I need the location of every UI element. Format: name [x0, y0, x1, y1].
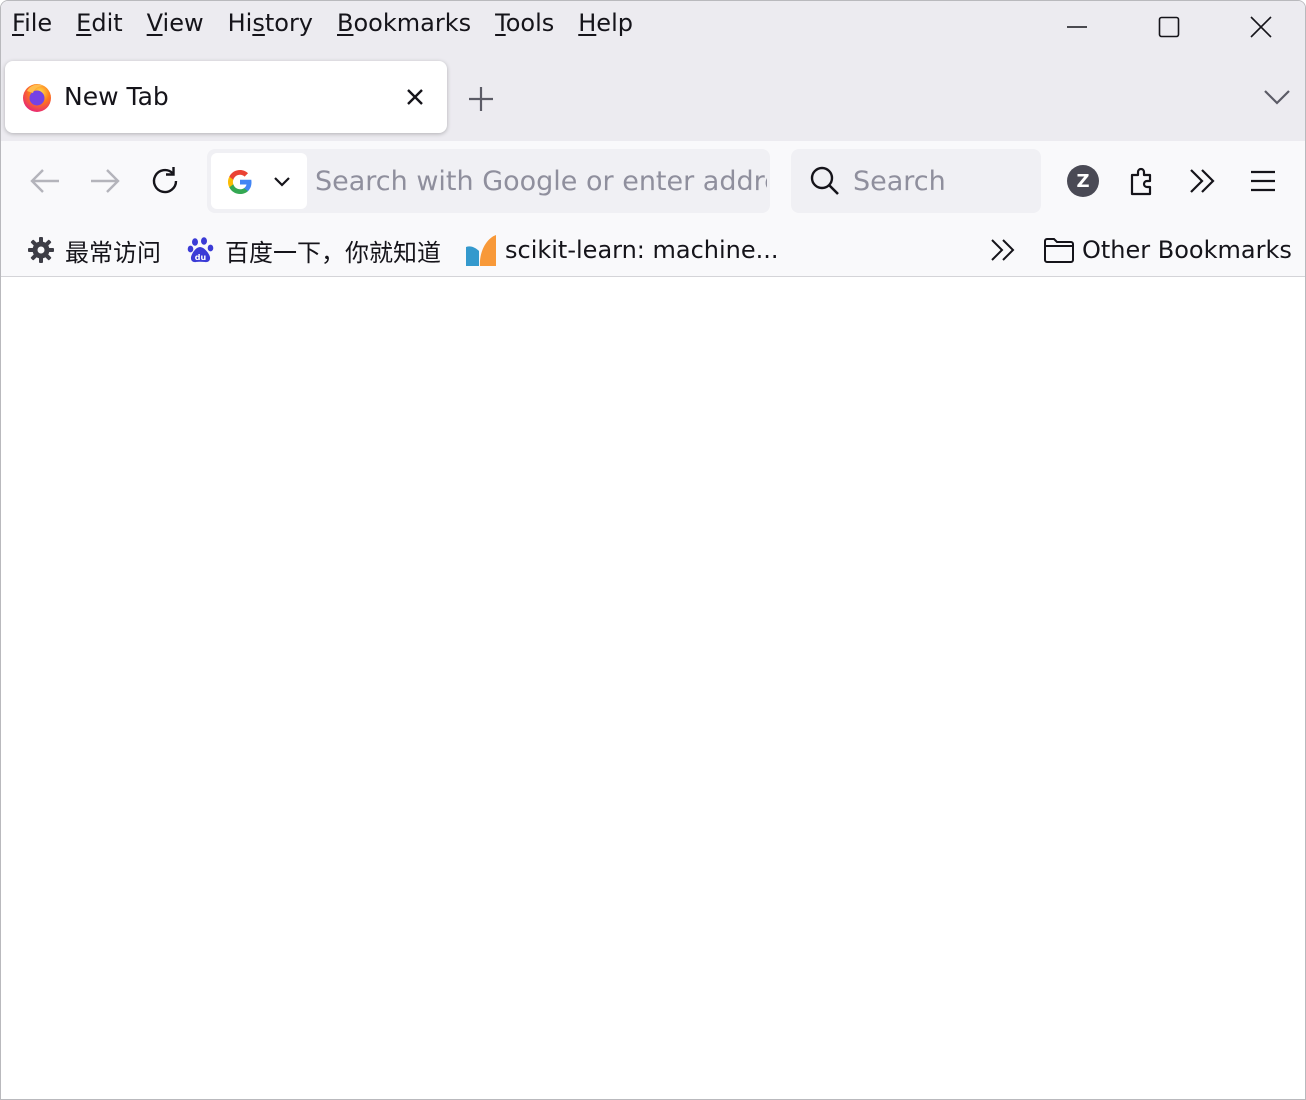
menu-label: elp	[596, 9, 633, 37]
title-bar: File Edit View History Bookmarks Tools H…	[1, 1, 1305, 141]
menu-label: ools	[505, 9, 555, 37]
reload-button[interactable]	[141, 157, 189, 205]
page-content	[1, 278, 1305, 1099]
puzzle-piece-icon	[1130, 167, 1152, 196]
chevron-double-right-icon	[1190, 169, 1215, 193]
menu-mnemonic: T	[495, 9, 506, 37]
chevron-down-icon	[274, 177, 290, 187]
scikit-learn-icon	[466, 235, 496, 266]
maximize-icon	[1158, 16, 1180, 38]
other-bookmarks-folder[interactable]: Other Bookmarks	[1043, 223, 1292, 277]
menu-help[interactable]: Help	[566, 3, 645, 43]
menu-label: Hi	[227, 9, 253, 37]
more-tools-button[interactable]	[1179, 157, 1227, 205]
arrow-right-icon	[91, 169, 120, 193]
menu-tools[interactable]: Tools	[483, 3, 566, 43]
gear-icon	[28, 237, 54, 263]
menu-mnemonic: H	[578, 9, 597, 37]
baidu-paw-icon: du	[187, 237, 214, 263]
menu-view[interactable]: View	[135, 3, 216, 43]
minimize-button[interactable]	[1031, 1, 1123, 53]
menu-file[interactable]: File	[1, 3, 64, 43]
new-tab-button[interactable]	[461, 79, 501, 119]
menu-label: tory	[264, 9, 314, 37]
url-input[interactable]	[315, 149, 767, 213]
menu-label: dit	[91, 9, 123, 37]
menu-bookmarks[interactable]: Bookmarks	[325, 3, 483, 43]
list-all-tabs-button[interactable]	[1255, 77, 1299, 117]
svg-text:du: du	[195, 253, 207, 262]
bookmark-most-visited[interactable]: 最常访问	[27, 223, 161, 277]
search-input[interactable]	[853, 149, 1033, 213]
menu-mnemonic: F	[12, 9, 25, 37]
url-bar[interactable]	[207, 149, 770, 213]
close-icon	[1250, 16, 1272, 38]
menu-mnemonic: V	[146, 9, 163, 37]
folder-icon	[1044, 238, 1074, 263]
extensions-button[interactable]	[1119, 157, 1167, 205]
menu-mnemonic: s	[252, 9, 265, 37]
search-icon	[810, 166, 839, 195]
tab-new-tab[interactable]: New Tab	[5, 61, 447, 133]
bookmark-label: 百度一下，你就知道	[225, 238, 441, 267]
close-tab-button[interactable]	[401, 83, 429, 111]
reload-icon	[152, 167, 178, 194]
bookmark-label: scikit-learn: machine...	[505, 236, 779, 264]
forward-button[interactable]	[81, 157, 129, 205]
avatar: Z	[1067, 165, 1099, 197]
menu-edit[interactable]: Edit	[64, 3, 134, 43]
close-icon	[407, 89, 423, 105]
bookmark-baidu[interactable]: du 百度一下，你就知道	[187, 223, 441, 277]
bookmarks-overflow-button[interactable]	[985, 223, 1021, 277]
search-engine-button[interactable]	[211, 153, 307, 209]
minimize-icon	[1067, 26, 1087, 28]
menu-label: iew	[162, 9, 204, 37]
chevron-double-right-icon	[991, 239, 1015, 261]
hamburger-menu-icon	[1251, 170, 1275, 192]
bookmark-label: Other Bookmarks	[1082, 236, 1292, 264]
avatar-initial: Z	[1076, 170, 1090, 192]
menu-mnemonic: B	[337, 9, 354, 37]
menu-bar: File Edit View History Bookmarks Tools H…	[1, 1, 645, 45]
close-window-button[interactable]	[1215, 1, 1305, 53]
account-button[interactable]: Z	[1059, 157, 1107, 205]
menu-mnemonic: E	[76, 9, 92, 37]
menu-history[interactable]: History	[216, 3, 325, 43]
app-menu-button[interactable]	[1239, 157, 1287, 205]
browser-window: File Edit View History Bookmarks Tools H…	[0, 0, 1306, 1100]
firefox-icon	[23, 84, 51, 112]
tab-title: New Tab	[64, 82, 169, 111]
menu-label: ile	[24, 9, 53, 37]
bookmarks-toolbar: 最常访问 du 百度一下，你就知道 scikit-learn: machine.…	[1, 223, 1305, 277]
back-button[interactable]	[21, 157, 69, 205]
arrow-left-icon	[30, 169, 59, 193]
bookmark-label: 最常访问	[65, 238, 161, 267]
plus-icon	[469, 87, 493, 111]
bookmark-scikit-learn[interactable]: scikit-learn: machine...	[465, 223, 779, 277]
chevron-down-icon	[1264, 90, 1290, 105]
maximize-button[interactable]	[1123, 1, 1215, 53]
window-controls	[1031, 1, 1305, 53]
google-icon	[228, 170, 252, 194]
menu-label: ookmarks	[353, 9, 472, 37]
search-bar[interactable]	[791, 149, 1041, 213]
